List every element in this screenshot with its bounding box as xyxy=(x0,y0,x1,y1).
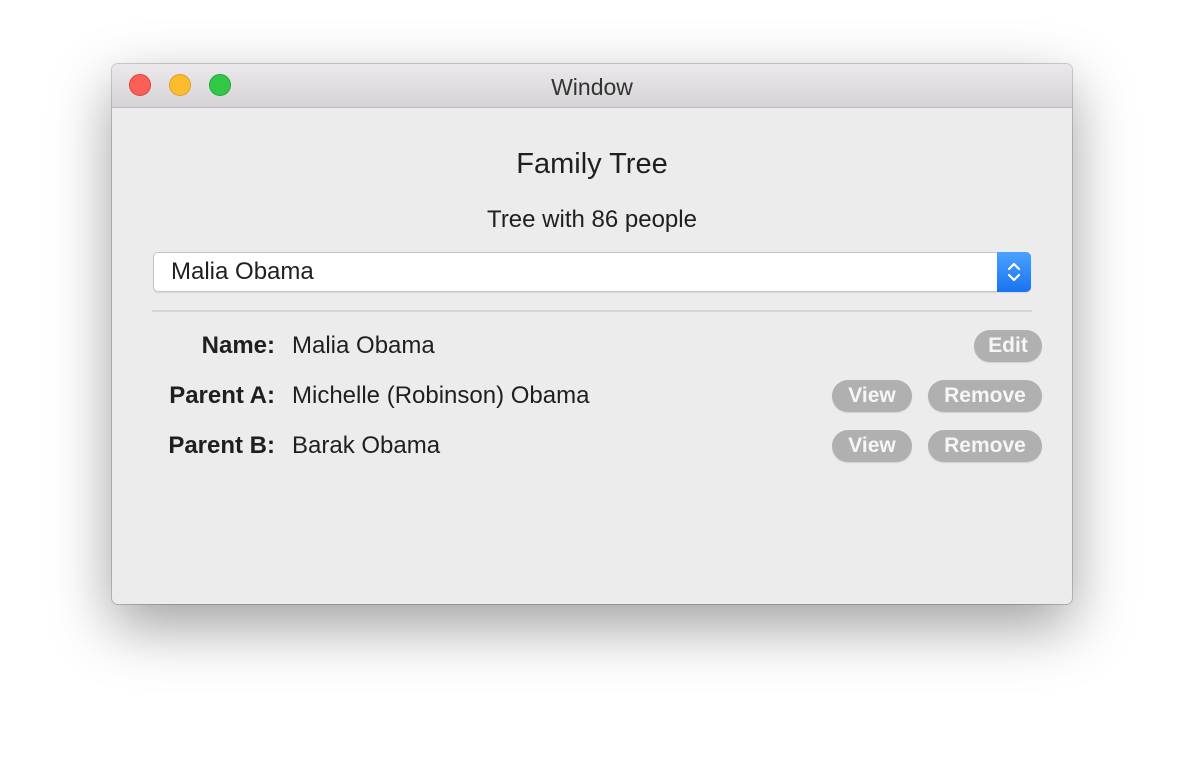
parent-b-label: Parent B: xyxy=(168,432,275,459)
page-title: Family Tree xyxy=(516,148,668,180)
name-label: Name: xyxy=(201,332,275,359)
view-parent-a-button[interactable]: View xyxy=(832,380,912,412)
divider xyxy=(152,310,1032,312)
window-title: Window xyxy=(551,74,633,100)
parent-a-label: Parent A: xyxy=(169,382,275,409)
parent-a-value: Michelle (Robinson) Obama xyxy=(292,382,590,409)
parent-a-row: Parent A: Michelle (Robinson) Obama View… xyxy=(112,376,1072,416)
parent-b-row: Parent B: Barak Obama View Remove xyxy=(112,426,1072,466)
edit-name-button[interactable]: Edit xyxy=(974,330,1042,362)
chevron-up-down-icon[interactable] xyxy=(997,252,1031,292)
name-value: Malia Obama xyxy=(292,332,435,359)
tree-summary: Tree with 86 people xyxy=(487,206,697,233)
person-select[interactable]: Malia Obama xyxy=(153,252,1031,292)
app-window: Window Family Tree Tree with 86 people M… xyxy=(112,64,1072,604)
name-row: Name: Malia Obama Edit xyxy=(112,326,1072,366)
title-bar[interactable]: Window xyxy=(112,64,1072,108)
remove-parent-b-button[interactable]: Remove xyxy=(928,430,1042,462)
person-select-value: Malia Obama xyxy=(171,258,314,285)
view-parent-b-button[interactable]: View xyxy=(832,430,912,462)
parent-b-value: Barak Obama xyxy=(292,432,441,459)
remove-parent-a-button[interactable]: Remove xyxy=(928,380,1042,412)
